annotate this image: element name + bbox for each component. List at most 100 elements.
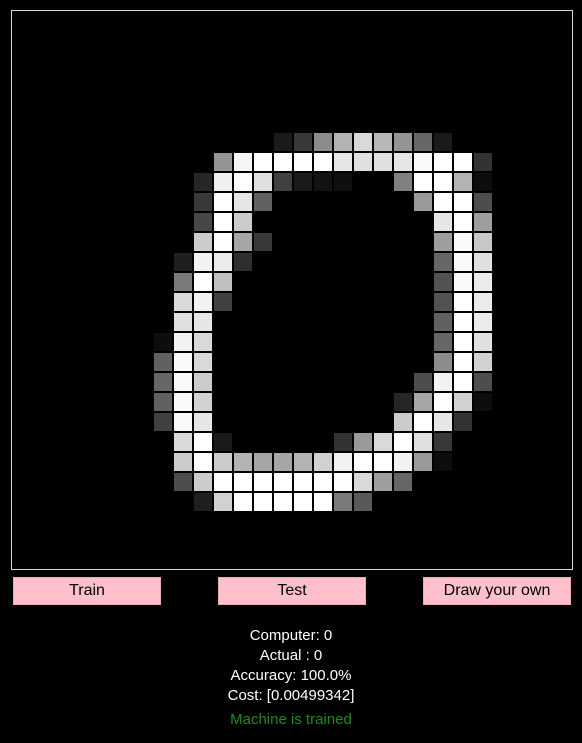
pixel-cell xyxy=(433,232,453,252)
pixel-cell xyxy=(453,172,473,192)
pixel-cell xyxy=(233,212,253,232)
pixel-cell xyxy=(353,132,373,152)
pixel-cell xyxy=(333,152,353,172)
pixel-cell xyxy=(293,472,313,492)
pixel-cell xyxy=(473,292,493,312)
pixel-cell xyxy=(193,232,213,252)
pixel-cell xyxy=(453,412,473,432)
pixel-cell xyxy=(313,492,333,512)
test-button[interactable]: Test xyxy=(218,577,366,605)
pixel-cell xyxy=(453,192,473,212)
pixel-cell xyxy=(433,412,453,432)
pixel-cell xyxy=(353,472,373,492)
pixel-cell xyxy=(213,292,233,312)
pixel-cell xyxy=(453,272,473,292)
pixel-cell xyxy=(413,392,433,412)
pixel-cell xyxy=(293,492,313,512)
pixel-cell xyxy=(253,492,273,512)
pixel-cell xyxy=(273,172,293,192)
pixel-cell xyxy=(193,392,213,412)
pixel-cell xyxy=(433,312,453,332)
pixel-cell xyxy=(273,492,293,512)
pixel-cell xyxy=(213,492,233,512)
pixel-cell xyxy=(473,232,493,252)
pixel-cell xyxy=(333,132,353,152)
pixel-cell xyxy=(193,372,213,392)
pixel-cell xyxy=(313,172,333,192)
pixel-cell xyxy=(433,172,453,192)
pixel-cell xyxy=(153,352,173,372)
pixel-cell xyxy=(233,452,253,472)
pixel-cell xyxy=(173,372,193,392)
pixel-cell xyxy=(453,212,473,232)
pixel-cell xyxy=(213,152,233,172)
pixel-cell xyxy=(193,172,213,192)
pixel-cell xyxy=(433,452,453,472)
pixel-cell xyxy=(173,312,193,332)
pixel-cell xyxy=(193,272,213,292)
pixel-cell xyxy=(173,252,193,272)
pixel-cell xyxy=(273,472,293,492)
accuracy-value: Accuracy: 100.0% xyxy=(230,667,352,684)
train-button[interactable]: Train xyxy=(13,577,161,605)
pixel-cell xyxy=(433,212,453,232)
pixel-cell xyxy=(393,412,413,432)
pixel-cell xyxy=(173,452,193,472)
pixel-cell xyxy=(473,332,493,352)
pixel-cell xyxy=(293,152,313,172)
pixel-cell xyxy=(473,152,493,172)
pixel-cell xyxy=(233,232,253,252)
pixel-cell xyxy=(213,232,233,252)
drawing-canvas[interactable] xyxy=(11,10,573,570)
pixel-cell xyxy=(213,452,233,472)
pixel-cell xyxy=(273,132,293,152)
computer-prediction: Computer: 0 xyxy=(249,627,333,644)
pixel-cell xyxy=(353,452,373,472)
pixel-cell xyxy=(413,192,433,212)
pixel-cell xyxy=(393,452,413,472)
pixel-cell xyxy=(273,152,293,172)
pixel-cell xyxy=(453,152,473,172)
pixel-cell xyxy=(253,452,273,472)
pixel-cell xyxy=(473,272,493,292)
pixel-cell xyxy=(453,232,473,252)
pixel-cell xyxy=(193,492,213,512)
pixel-cell xyxy=(173,432,193,452)
pixel-cell xyxy=(393,432,413,452)
prediction-stats: Computer: 0 Actual : 0 Accuracy: 100.0% … xyxy=(0,626,582,706)
pixel-cell xyxy=(193,212,213,232)
pixel-cell xyxy=(173,332,193,352)
pixel-cell xyxy=(213,432,233,452)
pixel-cell xyxy=(153,412,173,432)
draw-your-own-button[interactable]: Draw your own xyxy=(423,577,571,605)
pixel-cell xyxy=(373,452,393,472)
pixel-cell xyxy=(173,472,193,492)
pixel-cell xyxy=(473,192,493,212)
pixel-cell xyxy=(173,292,193,312)
pixel-cell xyxy=(433,252,453,272)
pixel-cell xyxy=(393,152,413,172)
pixel-cell xyxy=(293,172,313,192)
pixel-cell xyxy=(413,432,433,452)
pixel-cell xyxy=(253,232,273,252)
pixel-cell xyxy=(193,312,213,332)
pixel-cell xyxy=(413,412,433,432)
pixel-cell xyxy=(313,472,333,492)
pixel-cell xyxy=(213,192,233,212)
pixel-cell xyxy=(253,472,273,492)
pixel-cell xyxy=(413,452,433,472)
pixel-cell xyxy=(193,352,213,372)
pixel-cell xyxy=(253,152,273,172)
pixel-cell xyxy=(373,132,393,152)
pixel-cell xyxy=(433,132,453,152)
pixel-cell xyxy=(173,412,193,432)
pixel-cell xyxy=(433,332,453,352)
pixel-cell xyxy=(313,452,333,472)
pixel-cell xyxy=(193,192,213,212)
pixel-cell xyxy=(193,472,213,492)
pixel-cell xyxy=(373,472,393,492)
pixel-cell xyxy=(433,152,453,172)
pixel-cell xyxy=(473,312,493,332)
pixel-cell xyxy=(413,372,433,392)
pixel-cell xyxy=(193,452,213,472)
